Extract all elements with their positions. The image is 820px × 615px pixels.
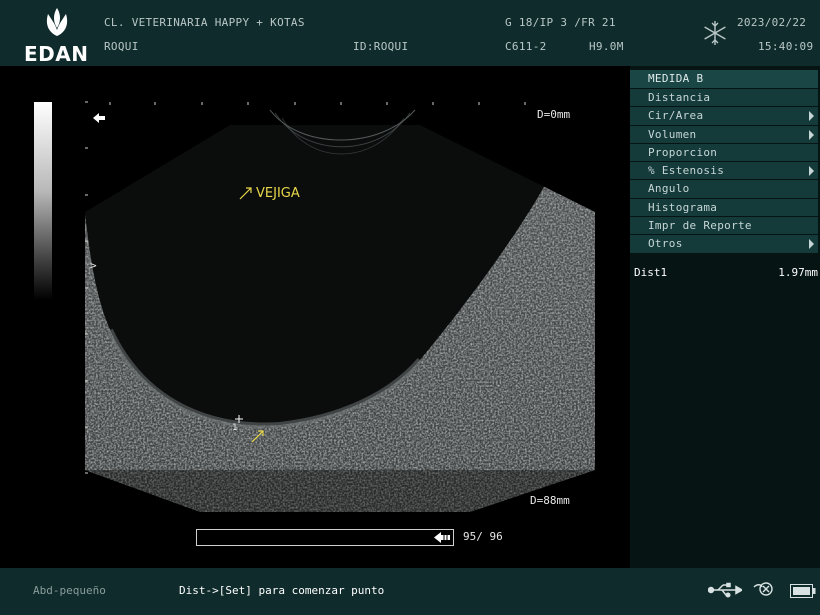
result-name: Dist1 [634, 266, 668, 279]
menu-item-label: Proporcion [648, 145, 718, 159]
menu-item-distancia[interactable]: Distancia [630, 89, 818, 107]
submenu-arrow-icon [809, 239, 814, 250]
orientation-arrow-icon [93, 113, 105, 123]
exam-time: 15:40:09 [758, 40, 814, 53]
menu-title: MEDIDA B [630, 70, 818, 88]
measure-menu: MEDIDA B Distancia Cir/Area Volumen Prop… [630, 70, 818, 254]
measure-panel: MEDIDA B Distancia Cir/Area Volumen Prop… [630, 66, 820, 568]
exam-date: 2023/02/22 [737, 16, 807, 29]
result-value: 1.97mm [778, 266, 818, 279]
menu-item-angulo[interactable]: Angulo [630, 180, 818, 198]
menu-item-histograma[interactable]: Histograma [630, 198, 818, 217]
submenu-arrow-icon [809, 111, 814, 122]
submenu-arrow-icon [809, 166, 814, 177]
menu-item-proporcion[interactable]: Proporcion [630, 143, 818, 162]
caliper-label: 1 [232, 423, 238, 433]
menu-item-label: Distancia [648, 91, 711, 104]
menu-item-label: Volumen [648, 127, 697, 141]
cine-frame-counter: 95/ 96 [463, 530, 503, 543]
menu-item-volumen[interactable]: Volumen [630, 125, 818, 143]
menu-item-estenosis[interactable]: % Estenosis [630, 162, 818, 180]
footer-bar: Abd-pequeño Dist->[Set] para comenzar pu… [0, 568, 820, 615]
printer-icon [753, 582, 773, 596]
snowflake-icon[interactable] [703, 20, 727, 46]
menu-item-label: Impr de Reporte [648, 219, 752, 233]
menu-item-label: Angulo [648, 182, 690, 196]
usb-icon [708, 582, 742, 598]
cine-progress-bar[interactable] [196, 529, 454, 546]
battery-icon [790, 584, 816, 598]
menu-item-cir-area[interactable]: Cir/Area [630, 107, 818, 125]
menu-item-impr-reporte[interactable]: Impr de Reporte [630, 217, 818, 235]
lateral-scale [109, 102, 526, 105]
menu-item-label: % Estenosis [648, 164, 725, 178]
measurement-result-row: Dist1 1.97mm [634, 266, 818, 279]
submenu-arrow-icon [809, 129, 814, 140]
depth-bottom-label: D=88mm [530, 494, 570, 507]
depth-top-label: D=0mm [537, 108, 571, 121]
ultrasound-image [85, 101, 595, 512]
annotation-vejiga[interactable]: VEJIGA [256, 186, 300, 201]
menu-item-label: Otros [648, 237, 683, 251]
focus-marker[interactable]: > [90, 259, 97, 272]
exam-preset: Abd-pequeño [33, 584, 106, 597]
menu-item-otros[interactable]: Otros [630, 235, 818, 253]
cine-handle-icon[interactable] [434, 532, 450, 543]
status-prompt: Dist->[Set] para comenzar punto [179, 584, 385, 597]
menu-item-label: Histograma [648, 200, 718, 214]
menu-item-label: Cir/Area [648, 109, 704, 123]
